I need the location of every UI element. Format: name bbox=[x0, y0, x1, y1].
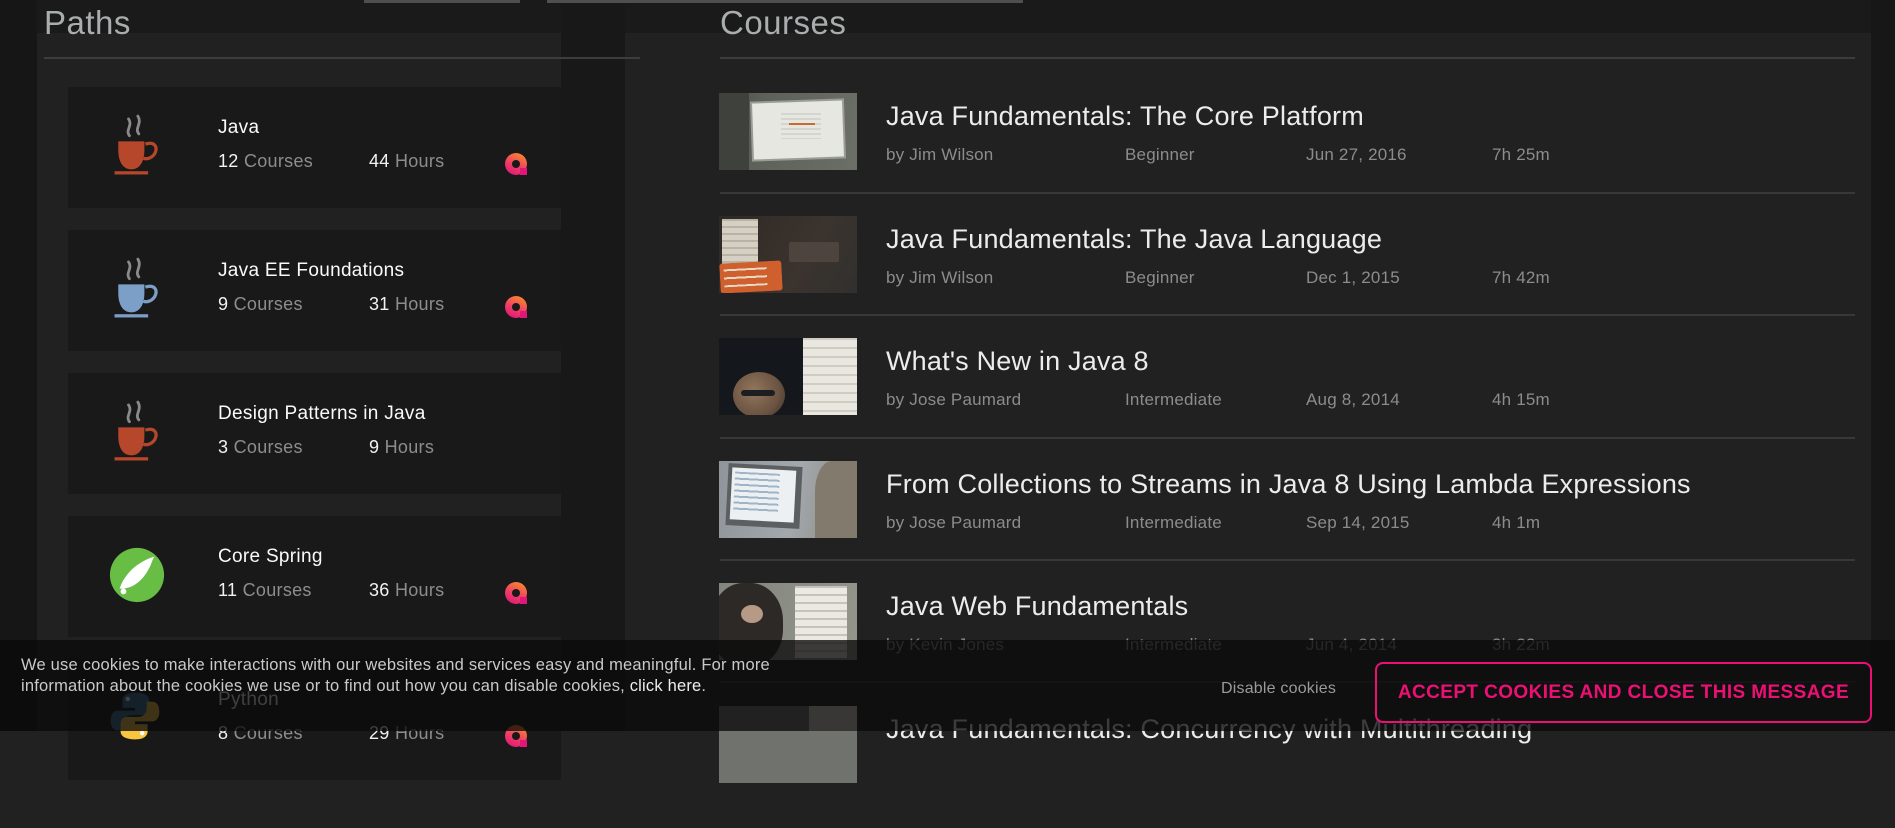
path-title: Java bbox=[218, 117, 259, 139]
course-author: by Jose Paumard bbox=[886, 513, 1021, 533]
cookie-message-line2: information about the cookies we use or … bbox=[21, 677, 630, 695]
accept-cookies-button[interactable]: ACCEPT COOKIES AND CLOSE THIS MESSAGE bbox=[1375, 662, 1872, 723]
course-duration: 7h 42m bbox=[1492, 268, 1550, 288]
java-coffee-cup-icon bbox=[108, 111, 164, 181]
java-coffee-cup-icon bbox=[108, 254, 164, 324]
courses-heading-rule bbox=[720, 57, 1855, 59]
path-meta: 12 Courses 44 Hours bbox=[218, 151, 313, 172]
paths-heading: Paths bbox=[44, 4, 131, 42]
course-thumbnail bbox=[719, 216, 857, 293]
path-meta: 9 Courses 31 Hours bbox=[218, 294, 303, 315]
course-author: by Jim Wilson bbox=[886, 268, 993, 288]
course-row[interactable]: What's New in Java 8 by Jose Paumard Int… bbox=[625, 338, 1871, 460]
path-title: Core Spring bbox=[218, 546, 323, 568]
course-row[interactable]: Java Fundamentals: The Core Platform by … bbox=[625, 93, 1871, 215]
course-title: Java Fundamentals: The Core Platform bbox=[886, 101, 1364, 132]
course-duration: 7h 25m bbox=[1492, 145, 1550, 165]
path-meta: 11 Courses 36 Hours bbox=[218, 580, 312, 601]
top-cropped-element-border bbox=[364, 0, 520, 3]
path-title: Java EE Foundations bbox=[218, 260, 404, 282]
path-card-design-patterns-in-java[interactable]: Design Patterns in Java 3 Courses 9 Hour… bbox=[68, 373, 561, 494]
course-level: Beginner bbox=[1125, 268, 1195, 288]
column-gap-strip bbox=[561, 0, 625, 731]
left-margin-strip bbox=[0, 0, 37, 731]
path-card-java-ee-foundations[interactable]: Java EE Foundations 9 Courses 31 Hours bbox=[68, 230, 561, 351]
path-meta: 3 Courses 9 Hours bbox=[218, 437, 303, 458]
cookie-message-line1: We use cookies to make interactions with… bbox=[21, 656, 770, 674]
course-date: Sep 14, 2015 bbox=[1306, 513, 1410, 533]
path-title: Design Patterns in Java bbox=[218, 403, 426, 425]
cookie-banner: We use cookies to make interactions with… bbox=[0, 640, 1895, 731]
courses-heading: Courses bbox=[720, 4, 846, 42]
course-level: Intermediate bbox=[1125, 390, 1222, 410]
course-date: Jun 27, 2016 bbox=[1306, 145, 1407, 165]
spring-leaf-icon bbox=[108, 540, 164, 610]
course-row[interactable]: From Collections to Streams in Java 8 Us… bbox=[625, 461, 1871, 583]
path-badge-icon bbox=[505, 296, 527, 318]
course-author: by Jose Paumard bbox=[886, 390, 1021, 410]
cookie-message-period: . bbox=[701, 677, 706, 695]
path-badge-icon bbox=[505, 153, 527, 175]
path-badge-icon bbox=[505, 582, 527, 604]
course-thumbnail bbox=[719, 93, 857, 170]
paths-heading-rule bbox=[44, 57, 640, 59]
course-thumbnail bbox=[719, 338, 857, 415]
course-duration: 4h 1m bbox=[1492, 513, 1540, 533]
course-row[interactable]: Java Fundamentals: The Java Language by … bbox=[625, 216, 1871, 338]
top-cropped-element-border bbox=[547, 0, 1023, 3]
java-coffee-cup-icon bbox=[108, 397, 164, 467]
click-here-link[interactable]: click here bbox=[630, 677, 702, 695]
course-title: Java Web Fundamentals bbox=[886, 591, 1188, 622]
course-date: Dec 1, 2015 bbox=[1306, 268, 1400, 288]
course-title: What's New in Java 8 bbox=[886, 346, 1149, 377]
right-margin-strip bbox=[1871, 0, 1895, 731]
course-level: Intermediate bbox=[1125, 513, 1222, 533]
course-date: Aug 8, 2014 bbox=[1306, 390, 1400, 410]
path-card-core-spring[interactable]: Core Spring 11 Courses 36 Hours bbox=[68, 516, 561, 637]
course-title: From Collections to Streams in Java 8 Us… bbox=[886, 469, 1691, 500]
course-thumbnail bbox=[719, 461, 857, 538]
course-author: by Jim Wilson bbox=[886, 145, 993, 165]
course-level: Beginner bbox=[1125, 145, 1195, 165]
path-card-java[interactable]: Java 12 Courses 44 Hours bbox=[68, 87, 561, 208]
cookie-message: We use cookies to make interactions with… bbox=[21, 655, 770, 697]
course-title: Java Fundamentals: The Java Language bbox=[886, 224, 1382, 255]
top-cropped-header-band bbox=[0, 0, 1895, 33]
course-duration: 4h 15m bbox=[1492, 390, 1550, 410]
disable-cookies-link[interactable]: Disable cookies bbox=[1221, 680, 1336, 698]
